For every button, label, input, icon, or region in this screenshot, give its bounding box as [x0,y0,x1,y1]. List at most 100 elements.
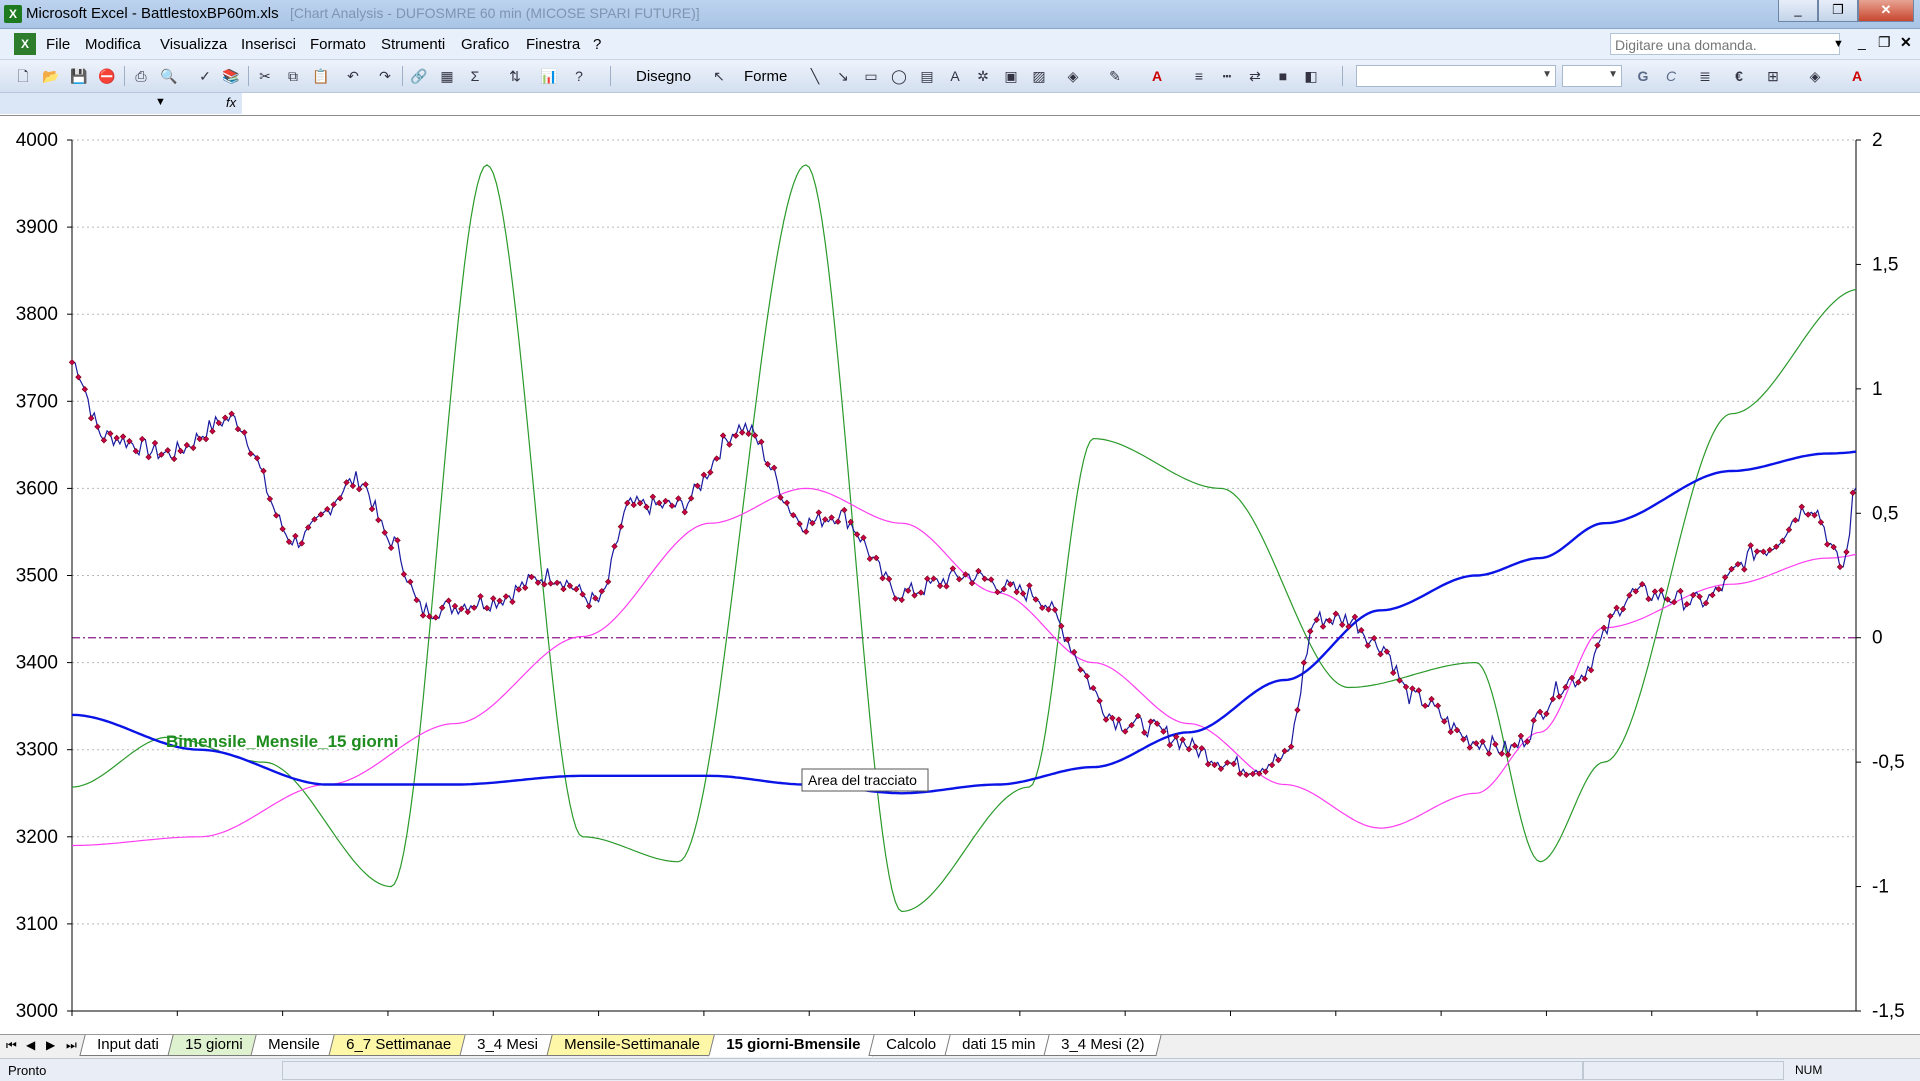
doc-minimize-button[interactable]: _ [1858,34,1866,50]
permission-icon[interactable]: ⛔ [98,67,116,85]
chart-svg[interactable]: 4000 3900 3800 3700 3600 3500 3400 3300 3200 3100… [0,116,1920,1034]
menu-grafico[interactable]: Grafico [461,36,509,53]
price-point-marker [1051,606,1059,613]
sheet-tab[interactable]: dati 15 min [944,1035,1054,1056]
price-point-marker [1798,503,1805,510]
name-box[interactable]: ▼ fx [0,93,242,114]
price-point-marker [1715,585,1722,593]
chart-data-icon[interactable]: ▦ [438,67,456,85]
arrow-style-icon[interactable]: ⇄ [1246,67,1264,85]
shapes-menu-button[interactable]: Forme [744,68,787,85]
sheet-tab[interactable]: Mensile-Settimanale [546,1035,718,1056]
arrow-icon[interactable]: ↘ [834,67,852,85]
cut-icon[interactable]: ✂ [256,67,274,85]
menu-visualizza[interactable]: Visualizza [160,36,227,53]
price-point-marker [1300,659,1308,666]
copy-icon[interactable]: ⧉ [284,67,302,85]
save-icon[interactable]: 💾 [70,67,88,85]
price-point-marker [419,612,427,619]
new-icon[interactable]: 🗋 [14,67,32,85]
sort-icon[interactable]: ⇅ [506,67,524,85]
hyperlink-icon[interactable]: 🔗 [410,67,428,85]
highlight-icon[interactable]: ◈ [1806,67,1824,85]
line-style-icon[interactable]: ≡ [1190,67,1208,85]
textbox-icon[interactable]: ▤ [918,67,936,85]
open-icon[interactable]: 📂 [42,67,60,85]
excel-app-icon[interactable]: X [4,5,22,23]
line-icon[interactable]: ╲ [806,67,824,85]
spelling-icon[interactable]: ✓ [196,67,214,85]
help-icon[interactable]: ? [570,67,588,85]
3d-icon[interactable]: ◧ [1302,67,1320,85]
sheet-tab-label: 15 giorni [184,1036,243,1053]
first-sheet-icon[interactable]: ⏮ [6,1038,17,1053]
last-sheet-icon[interactable]: ⏭ [66,1038,77,1053]
euro-button[interactable]: € [1730,67,1748,85]
doc-restore-button[interactable]: ❐ [1878,34,1891,51]
fill-color-icon[interactable]: ◈ [1064,67,1082,85]
price-point-marker [1792,516,1799,524]
ask-question-input[interactable]: Digitare una domanda. [1610,33,1840,55]
chevron-down-icon[interactable]: ▼ [155,96,166,108]
dash-style-icon[interactable]: ┅ [1218,67,1236,85]
menu-file[interactable]: File [46,36,70,53]
rectangle-icon[interactable]: ▭ [862,67,880,85]
borders-icon[interactable]: ⊞ [1764,67,1782,85]
menu-modifica[interactable]: Modifica [85,36,141,53]
minimize-button[interactable]: _ [1778,0,1818,22]
menu-help[interactable]: ? [593,36,601,53]
autosum-icon[interactable]: Σ [466,67,484,85]
italic-button[interactable]: C [1662,67,1680,85]
wordart-icon[interactable]: A [946,67,964,85]
shadow-icon[interactable]: ■ [1274,67,1292,85]
price-point-marker [1747,542,1754,549]
sheet-tab[interactable]: Calcolo [868,1035,954,1056]
sheet-tab-label: dati 15 min [962,1036,1036,1053]
price-point-marker [1600,624,1608,632]
price-point-marker [987,576,995,583]
sheet-tab[interactable]: 3_4 Mesi [459,1035,556,1056]
ask-dropdown-icon[interactable]: ▼ [1833,33,1844,55]
chart-area[interactable]: 4000 3900 3800 3700 3600 3500 3400 3300 3200 3100… [0,116,1920,1034]
bold-button[interactable]: G [1634,67,1652,85]
chevron-down-icon: ▼ [1542,69,1552,80]
function-icon[interactable]: fx [226,95,236,110]
sheet-tab[interactable]: 15 giorni-Bmensile [708,1035,878,1057]
oval-icon[interactable]: ◯ [890,67,908,85]
research-icon[interactable]: 📚 [222,67,240,85]
line-color-icon[interactable]: ✎ [1106,67,1124,85]
font-name-combo[interactable]: ▼ [1356,65,1556,87]
restore-button[interactable]: ❐ [1818,0,1858,22]
sheet-tab[interactable]: Input dati [79,1035,177,1056]
redo-icon[interactable]: ↷ [376,67,394,85]
sheet-tab[interactable]: Mensile [250,1035,338,1056]
workbook-icon[interactable]: X [14,33,36,55]
sheet-tab[interactable]: 15 giorni [167,1035,260,1056]
close-button[interactable]: ✕ [1858,0,1914,22]
doc-close-button[interactable]: ✕ [1900,34,1912,51]
prev-sheet-icon[interactable]: ◀ [26,1038,35,1052]
chart-wizard-icon[interactable]: 📊 [540,67,558,85]
sheet-tab[interactable]: 3_4 Mesi (2) [1043,1035,1163,1056]
paste-icon[interactable]: 📋 [312,67,330,85]
menu-formato[interactable]: Formato [310,36,366,53]
next-sheet-icon[interactable]: ▶ [46,1038,55,1052]
print-icon[interactable]: ⎙ [132,67,150,85]
menu-inserisci[interactable]: Inserisci [241,36,296,53]
text-color-icon[interactable]: A [1848,67,1866,85]
picture-icon[interactable]: ▨ [1030,67,1048,85]
clipart-icon[interactable]: ▣ [1002,67,1020,85]
font-color-icon[interactable]: A [1148,67,1166,85]
formula-bar: ▼ fx [0,93,1920,116]
align-icon[interactable]: ≣ [1696,67,1714,85]
undo-icon[interactable]: ↶ [344,67,362,85]
select-arrow-icon[interactable]: ↖ [710,67,728,85]
sheet-tab[interactable]: 6_7 Settimanae [328,1035,469,1056]
menu-finestra[interactable]: Finestra [526,36,580,53]
price-point-marker [1766,546,1773,554]
diagram-icon[interactable]: ✲ [974,67,992,85]
print-preview-icon[interactable]: 🔍 [160,67,178,85]
menu-strumenti[interactable]: Strumenti [381,36,445,53]
font-size-combo[interactable]: ▼ [1562,65,1622,87]
draw-menu-button[interactable]: Disegno [636,68,691,85]
